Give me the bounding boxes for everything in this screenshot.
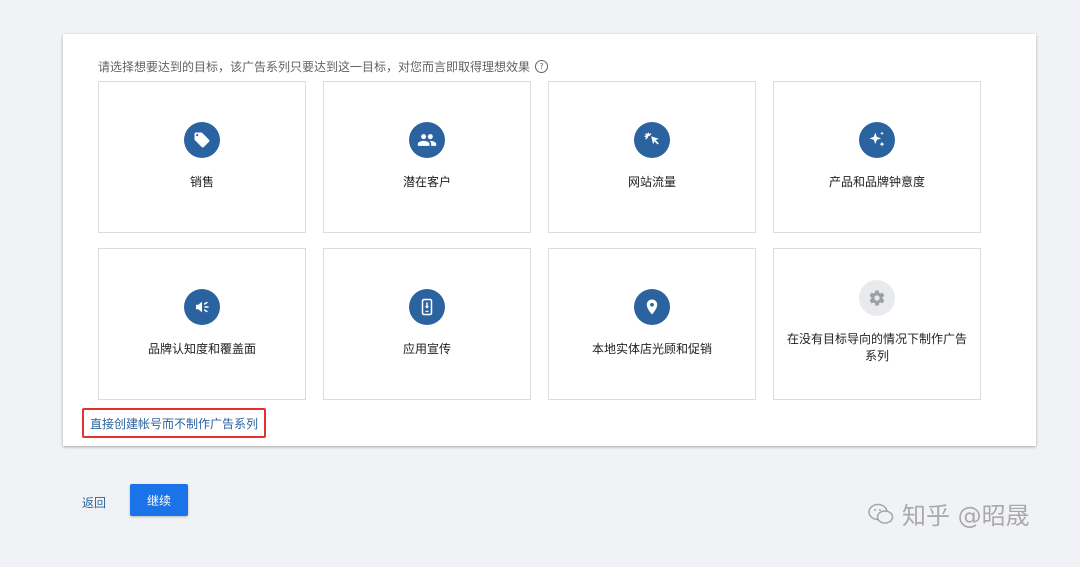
megaphone-icon: [184, 289, 220, 325]
goal-prompt: 请选择想要达到的目标，该广告系列只要达到这一目标，对您而言即取得理想效果 ?: [98, 58, 549, 75]
tag-icon: [184, 122, 220, 158]
goal-tile-website-traffic[interactable]: 网站流量: [548, 81, 756, 233]
goal-label: 品牌认知度和覆盖面: [147, 342, 256, 356]
zhihu-watermark: 知乎 @昭晟: [868, 496, 1030, 531]
create-account-without-campaign-link[interactable]: 直接创建帐号而不制作广告系列: [82, 408, 267, 438]
wechat-icon: [868, 503, 894, 524]
cursor-click-icon: [634, 122, 670, 158]
sparkle-icon: [859, 122, 895, 158]
goal-label: 应用宣传: [402, 342, 451, 356]
goal-label: 潜在客户: [402, 175, 451, 189]
goal-grid: 销售 潜在客户 网站流量 产品和品牌钟意度 品牌认知度和覆盖面 应用宣传 本地实…: [98, 81, 981, 400]
goal-label: 销售: [189, 175, 214, 189]
goal-tile-brand-consideration[interactable]: 产品和品牌钟意度: [773, 81, 981, 233]
goal-tile-brand-awareness[interactable]: 品牌认知度和覆盖面: [98, 248, 306, 400]
help-icon[interactable]: ?: [535, 60, 549, 73]
gear-icon: [859, 280, 895, 316]
goal-label: 在没有目标导向的情况下制作广告系列: [786, 332, 967, 363]
location-pin-icon: [634, 289, 670, 325]
people-icon: [409, 122, 445, 158]
goal-tile-no-goal[interactable]: 在没有目标导向的情况下制作广告系列: [773, 248, 981, 400]
goal-tile-leads[interactable]: 潜在客户: [323, 81, 531, 233]
goal-label: 网站流量: [627, 175, 676, 189]
goal-label: 本地实体店光顾和促销: [591, 342, 712, 356]
goal-tile-local-store[interactable]: 本地实体店光顾和促销: [548, 248, 756, 400]
goal-tile-app-promotion[interactable]: 应用宣传: [323, 248, 531, 400]
back-link[interactable]: 返回: [82, 494, 106, 511]
phone-download-icon: [409, 289, 445, 325]
continue-button[interactable]: 继续: [130, 484, 188, 516]
watermark-text: 知乎 @昭晟: [902, 502, 1030, 530]
goal-label: 产品和品牌钟意度: [828, 175, 925, 189]
goal-prompt-text: 请选择想要达到的目标，该广告系列只要达到这一目标，对您而言即取得理想效果: [98, 60, 531, 74]
goal-tile-sales[interactable]: 销售: [98, 81, 306, 233]
goal-selection-card: 请选择想要达到的目标，该广告系列只要达到这一目标，对您而言即取得理想效果 ? 销…: [63, 34, 1036, 446]
